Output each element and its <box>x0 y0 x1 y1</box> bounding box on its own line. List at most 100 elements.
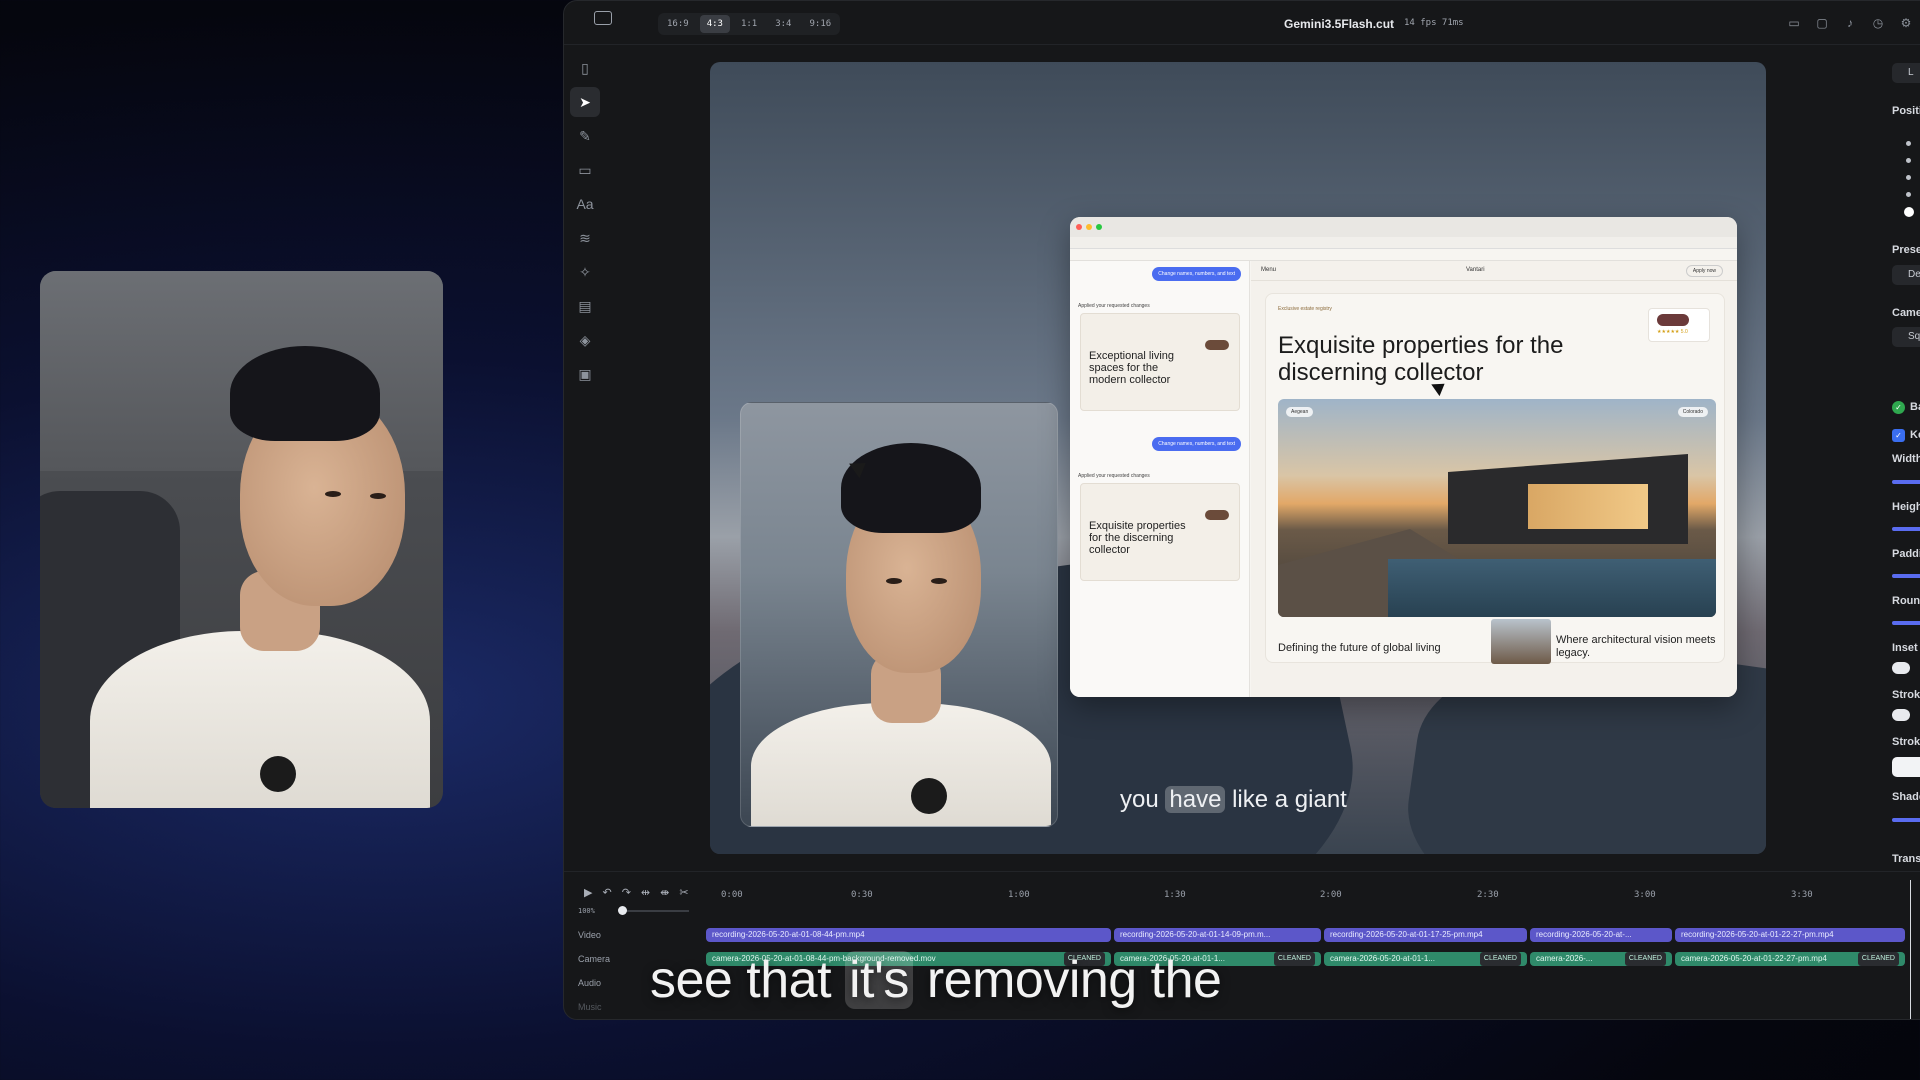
playback-controls: ▶ ↶ ↷ ⇹ ⇼ ✂ <box>584 886 689 899</box>
settings-icon[interactable]: ⚙ <box>1898 15 1914 31</box>
notes-tool-icon[interactable]: ▤ <box>570 291 600 321</box>
ruler-tick: 1:00 <box>1008 890 1030 900</box>
camera-overlay[interactable] <box>740 402 1058 827</box>
webcam-preview <box>40 271 443 808</box>
aspect-4-3[interactable]: 4:3 <box>699 15 730 33</box>
window-icon[interactable] <box>594 11 612 25</box>
canvas-caption[interactable]: you have like a giant <box>1120 786 1347 814</box>
select-tool-icon[interactable]: ➤ <box>570 87 600 117</box>
music-icon[interactable]: ♪ <box>1842 15 1858 31</box>
pen-tool-icon[interactable]: ✎ <box>570 121 600 151</box>
height-label: Height <box>1892 501 1920 513</box>
top-bar: 16:9 4:3 1:1 3:4 9:16 Gemini3.5Flash.cut… <box>564 1 1920 45</box>
avatars <box>1205 510 1229 520</box>
keep-checkbox[interactable]: ✓ <box>1892 429 1905 442</box>
audio-tool-icon[interactable]: ≋ <box>570 223 600 253</box>
browser-tabbar <box>1070 217 1737 237</box>
redo-icon[interactable]: ↷ <box>622 886 631 899</box>
clip-badge: CLEANED <box>1624 952 1666 966</box>
track-label-camera: Camera <box>578 954 611 964</box>
chat-note: Applied your requested changes <box>1078 473 1150 479</box>
ruler-tick: 0:00 <box>721 890 743 900</box>
preview-card: Exquisite properties for the discerning … <box>1080 483 1240 581</box>
avatars <box>1657 314 1689 326</box>
text-tool-icon[interactable]: Aa <box>570 189 600 219</box>
ruler-tick: 3:00 <box>1634 890 1656 900</box>
history-icon[interactable]: ◷ <box>1870 15 1886 31</box>
video-clip[interactable]: recording-2026-05-20-at-01-17-25-pm.mp4 <box>1324 928 1527 942</box>
subtitle-text: see that <box>650 951 845 1009</box>
position-label: Positio <box>1892 105 1920 117</box>
trim-icon[interactable]: ⇼ <box>660 886 669 899</box>
zoom-slider-knob[interactable] <box>618 906 627 915</box>
aspect-3-4[interactable]: 3:4 <box>768 15 798 33</box>
rounded-label: Round <box>1892 595 1920 607</box>
inset-toggle[interactable] <box>1892 662 1910 674</box>
chat-icon[interactable]: ▢ <box>1814 15 1830 31</box>
video-clip[interactable]: recording-2026-05-20-at-01-08-44-pm.mp4 <box>706 928 1111 942</box>
position-dot-selected[interactable] <box>1904 207 1914 217</box>
position-dot[interactable] <box>1906 192 1911 197</box>
comments-icon[interactable]: ▭ <box>1786 15 1802 31</box>
transition-label: Transit <box>1892 853 1920 865</box>
padding-slider[interactable] <box>1892 574 1920 578</box>
camera-shape-select[interactable]: Squ <box>1892 327 1920 347</box>
stroke-toggle[interactable] <box>1892 709 1910 721</box>
undo-icon[interactable]: ↶ <box>602 886 611 899</box>
camera-clip[interactable]: camera-2026-... CLEANED <box>1530 952 1672 966</box>
scissors-icon[interactable]: ✂ <box>679 886 688 899</box>
width-slider[interactable] <box>1892 480 1920 484</box>
playhead[interactable] <box>1910 880 1911 1019</box>
play-icon[interactable]: ▶ <box>584 886 592 899</box>
stroke-color-swatch[interactable] <box>1892 757 1920 777</box>
video-clip[interactable]: recording-2026-05-20-at-... <box>1530 928 1672 942</box>
browser-screenshot: Change names, numbers, and text Applied … <box>1070 217 1737 697</box>
ruler-tick: 2:00 <box>1320 890 1342 900</box>
site-logo: Vantari <box>1466 267 1485 273</box>
browser-urlbar <box>1070 237 1737 249</box>
preview-canvas[interactable]: Change names, numbers, and text Applied … <box>710 62 1766 854</box>
position-dot[interactable] <box>1906 175 1911 180</box>
background-check-icon[interactable]: ✓ <box>1892 401 1905 414</box>
avatars <box>1205 340 1229 350</box>
layout-tab[interactable]: L <box>1892 63 1920 83</box>
aspect-1-1[interactable]: 1:1 <box>734 15 764 33</box>
sidebar-toggle-icon[interactable]: ▯ <box>570 53 600 83</box>
track-label-video: Video <box>578 930 601 940</box>
hero-badge: Exclusive estate registry <box>1278 306 1332 312</box>
shadow-label: Shadow <box>1892 791 1920 803</box>
zoom-slider[interactable] <box>619 910 689 912</box>
rounded-slider[interactable] <box>1892 621 1920 625</box>
magic-tool-icon[interactable]: ✧ <box>570 257 600 287</box>
stroke-color-label: Stroke <box>1892 736 1920 748</box>
caption-text: you <box>1120 786 1166 813</box>
zoom-level: 100% <box>578 907 595 915</box>
camera-label: Camer <box>1892 307 1920 319</box>
image-chip: Aegean <box>1286 407 1314 417</box>
thumbnail-image <box>1491 619 1551 664</box>
shadow-slider[interactable] <box>1892 818 1920 822</box>
layers-tool-icon[interactable]: ◈ <box>570 325 600 355</box>
image-chip: Colorado <box>1677 407 1708 417</box>
split-icon[interactable]: ⇹ <box>641 886 650 899</box>
video-clip[interactable]: recording-2026-05-20-at-01-22-27-pm.mp4 <box>1675 928 1905 942</box>
aspect-9-16[interactable]: 9:16 <box>802 15 838 33</box>
video-subtitle: see that it's removing the <box>650 950 1222 1010</box>
rating-stars: ★★★★★ 5.0 <box>1657 329 1688 335</box>
hero-subtitle-2: Where architectural vision meets legacy. <box>1556 634 1716 659</box>
camera-clip[interactable]: camera-2026-05-20-at-01-22-27-pm.mp4 CLEA… <box>1675 952 1905 966</box>
preview-card-title: Exquisite properties for the discerning … <box>1089 520 1186 556</box>
height-slider[interactable] <box>1892 527 1920 531</box>
video-clip[interactable]: recording-2026-05-20-at-01-14-09-pm.m... <box>1114 928 1321 942</box>
rectangle-tool-icon[interactable]: ▭ <box>570 155 600 185</box>
aspect-16-9[interactable]: 16:9 <box>660 15 696 33</box>
position-dot[interactable] <box>1906 141 1911 146</box>
position-dot[interactable] <box>1906 158 1911 163</box>
aspect-ratio-selector: 16:9 4:3 1:1 3:4 9:16 <box>658 13 841 35</box>
camera-clip[interactable]: camera-2026-05-20-at-01-1... CLEANED <box>1324 952 1527 966</box>
media-tool-icon[interactable]: ▣ <box>570 359 600 389</box>
site-menu: Menu <box>1261 267 1277 273</box>
inset-label: Inset <box>1892 642 1918 654</box>
clip-badge: CLEANED <box>1857 952 1899 966</box>
preset-select[interactable]: Defa <box>1892 265 1920 285</box>
